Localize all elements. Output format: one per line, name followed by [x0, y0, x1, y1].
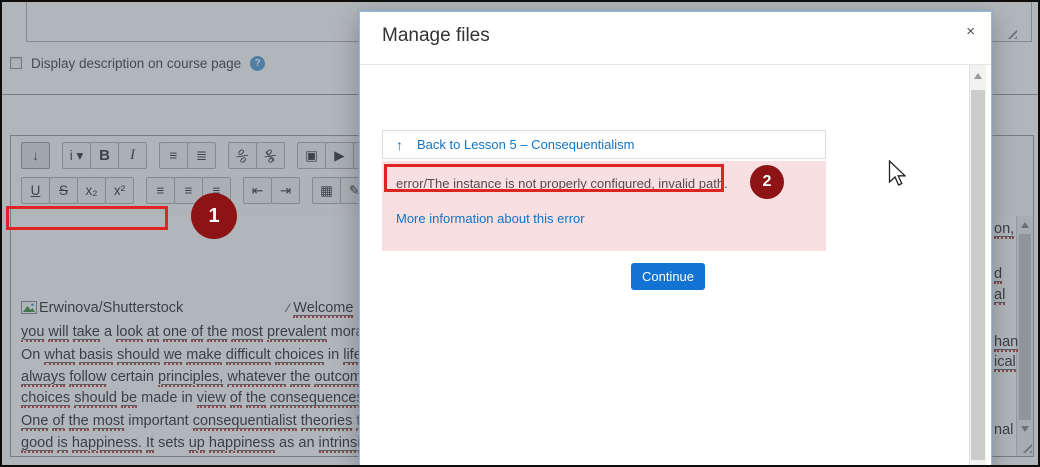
- mouse-cursor-icon: [888, 160, 906, 187]
- screenshot-frame: Display description on course page ? ↓i …: [0, 0, 1040, 467]
- modal-scroll-up-icon[interactable]: [974, 73, 982, 79]
- back-to-lesson-link[interactable]: Back to Lesson 5 – Consequentialism: [417, 137, 635, 152]
- continue-button[interactable]: Continue: [631, 263, 705, 290]
- back-navigation-box: ↑ Back to Lesson 5 – Consequentialism: [382, 130, 826, 159]
- annotation-box-1: [6, 206, 168, 230]
- more-information-link[interactable]: More information about this error: [396, 211, 585, 226]
- annotation-badge-2: 2: [750, 165, 784, 199]
- modal-title: Manage files: [382, 25, 490, 47]
- modal-scrollbar[interactable]: [969, 65, 986, 467]
- annotation-box-2: [384, 164, 724, 192]
- close-icon[interactable]: ×: [966, 24, 975, 39]
- up-arrow-icon: ↑: [396, 137, 403, 153]
- modal-scrollbar-thumb[interactable]: [971, 90, 985, 460]
- modal-header-divider: [360, 64, 991, 65]
- manage-files-modal: Manage files × ↑ Back to Lesson 5 – Cons…: [359, 11, 992, 467]
- annotation-badge-1: 1: [191, 193, 237, 239]
